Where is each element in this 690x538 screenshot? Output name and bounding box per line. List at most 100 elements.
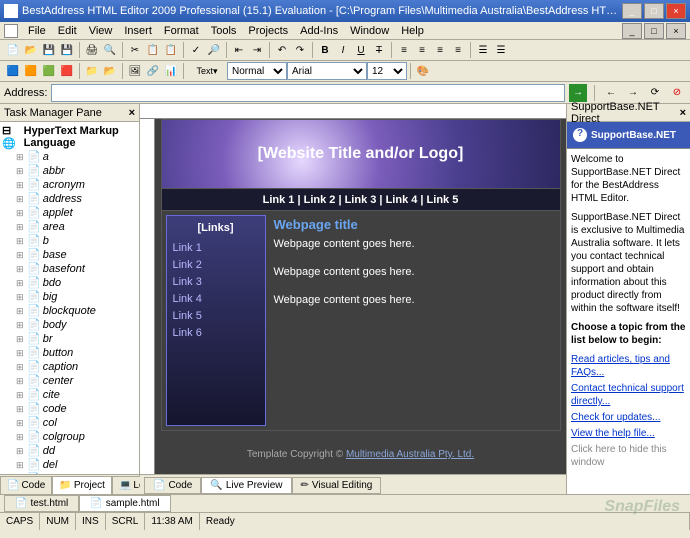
site-nav[interactable]: Link 1 | Link 2 | Link 3 | Link 4 | Link… (161, 189, 561, 211)
tree-node-basefont[interactable]: 📄 basefont (2, 262, 137, 276)
tb2-1[interactable]: 🟦 (4, 62, 22, 80)
preview-viewport[interactable]: [Website Title and/or Logo] Link 1 | Lin… (155, 119, 566, 474)
left-pane-close-icon[interactable]: × (129, 107, 135, 119)
tb2-2[interactable]: 🟧 (22, 62, 40, 80)
tree-node-base[interactable]: 📄 base (2, 248, 137, 262)
tag-tree[interactable]: ⊟ 🌐 HyperText Markup Language 📄 a📄 abbr📄… (0, 122, 139, 474)
tb2-7[interactable]: 🖼 (126, 62, 144, 80)
open-button[interactable]: 📂 (22, 41, 40, 59)
align-right-button[interactable]: ≡ (431, 41, 449, 59)
indent-right-button[interactable]: ⇥ (248, 41, 266, 59)
align-justify-button[interactable]: ≡ (449, 41, 467, 59)
right-pane-close-icon[interactable]: × (680, 107, 686, 119)
side-link[interactable]: Link 4 (173, 291, 259, 308)
align-left-button[interactable]: ≡ (395, 41, 413, 59)
indent-left-button[interactable]: ⇤ (230, 41, 248, 59)
menu-view[interactable]: View (83, 25, 119, 37)
copy-button[interactable]: 📋 (144, 41, 162, 59)
text-dropdown[interactable]: Text▾ (187, 62, 227, 80)
side-link[interactable]: Link 6 (173, 325, 259, 342)
side-link[interactable]: Link 5 (173, 308, 259, 325)
print-button[interactable]: 🖨 (83, 41, 101, 59)
cut-button[interactable]: ✂ (126, 41, 144, 59)
size-combo[interactable]: 12 (367, 62, 407, 80)
close-button[interactable]: × (666, 3, 686, 19)
mdi-minimize-button[interactable]: _ (622, 23, 642, 39)
mdi-maximize-button[interactable]: □ (644, 23, 664, 39)
italic-button[interactable]: I (334, 41, 352, 59)
list-ul-button[interactable]: ☰ (474, 41, 492, 59)
refresh-button[interactable]: ⟳ (646, 84, 664, 102)
tb2-9[interactable]: 📊 (162, 62, 180, 80)
left-tab-project[interactable]: 📁Project (52, 476, 112, 494)
rp-link-help[interactable]: View the help file... (571, 427, 686, 440)
rp-link-updates[interactable]: Check for updates... (571, 411, 686, 424)
tree-node-caption[interactable]: 📄 caption (2, 360, 137, 374)
menu-file[interactable]: File (22, 25, 52, 37)
tree-node-colgroup[interactable]: 📄 colgroup (2, 430, 137, 444)
tree-node-b[interactable]: 📄 b (2, 234, 137, 248)
tb2-5[interactable]: 📁 (83, 62, 101, 80)
stop-button[interactable]: ⊘ (668, 84, 686, 102)
tree-node-col[interactable]: 📄 col (2, 416, 137, 430)
file-tab[interactable]: 📄test.html (4, 495, 79, 512)
rp-link-support[interactable]: Contact technical support directly... (571, 382, 686, 408)
undo-button[interactable]: ↶ (273, 41, 291, 59)
font-combo[interactable]: Arial (287, 62, 367, 80)
save-button[interactable]: 💾 (40, 41, 58, 59)
find-button[interactable]: 🔎 (205, 41, 223, 59)
tree-node-a[interactable]: 📄 a (2, 150, 137, 164)
left-tab-code[interactable]: 📄Code (0, 476, 52, 494)
rp-hide-link[interactable]: Click here to hide this window (571, 444, 667, 468)
center-tab-code[interactable]: 📄Code (144, 477, 201, 494)
tree-node-code[interactable]: 📄 code (2, 402, 137, 416)
tree-node-body[interactable]: 📄 body (2, 318, 137, 332)
tree-node-cite[interactable]: 📄 cite (2, 388, 137, 402)
tb2-3[interactable]: 🟩 (40, 62, 58, 80)
center-tab-preview[interactable]: 🔍Live Preview (201, 477, 291, 494)
spell-button[interactable]: ✓ (187, 41, 205, 59)
tb2-4[interactable]: 🟥 (58, 62, 76, 80)
menu-tools[interactable]: Tools (205, 25, 243, 37)
mdi-close-button[interactable]: × (666, 23, 686, 39)
tree-node-blockquote[interactable]: 📄 blockquote (2, 304, 137, 318)
new-button[interactable]: 📄 (4, 41, 22, 59)
menu-insert[interactable]: Insert (118, 25, 158, 37)
menu-window[interactable]: Window (344, 25, 395, 37)
tree-node-br[interactable]: 📄 br (2, 332, 137, 346)
tree-node-del[interactable]: 📄 del (2, 458, 137, 472)
tree-node-big[interactable]: 📄 big (2, 290, 137, 304)
menu-help[interactable]: Help (395, 25, 430, 37)
menu-addins[interactable]: Add-Ins (294, 25, 344, 37)
style-combo[interactable]: Normal (227, 62, 287, 80)
file-tab[interactable]: 📄sample.html (79, 495, 170, 512)
redo-button[interactable]: ↷ (291, 41, 309, 59)
minimize-button[interactable]: _ (622, 3, 642, 19)
footer-link[interactable]: Multimedia Australia Pty. Ltd. (346, 449, 474, 460)
maximize-button[interactable]: □ (644, 3, 664, 19)
paste-button[interactable]: 📋 (162, 41, 180, 59)
tree-node-acronym[interactable]: 📄 acronym (2, 178, 137, 192)
forward-button[interactable]: → (624, 84, 642, 102)
side-link[interactable]: Link 1 (173, 240, 259, 257)
back-button[interactable]: ← (602, 84, 620, 102)
tree-node-bdo[interactable]: 📄 bdo (2, 276, 137, 290)
tree-node-center[interactable]: 📄 center (2, 374, 137, 388)
list-ol-button[interactable]: ☰ (492, 41, 510, 59)
rp-link-articles[interactable]: Read articles, tips and FAQs... (571, 353, 686, 379)
tree-node-abbr[interactable]: 📄 abbr (2, 164, 137, 178)
center-tab-visual[interactable]: ✏Visual Editing (292, 477, 382, 494)
tree-node-address[interactable]: 📄 address (2, 192, 137, 206)
underline-button[interactable]: U (352, 41, 370, 59)
tb2-8[interactable]: 🔗 (144, 62, 162, 80)
color-button[interactable]: 🎨 (414, 62, 432, 80)
preview-button[interactable]: 🔍 (101, 41, 119, 59)
tree-node-dd[interactable]: 📄 dd (2, 444, 137, 458)
side-link[interactable]: Link 2 (173, 257, 259, 274)
go-button[interactable]: → (569, 84, 587, 102)
menu-projects[interactable]: Projects (242, 25, 294, 37)
menu-format[interactable]: Format (158, 25, 205, 37)
tree-node-area[interactable]: 📄 area (2, 220, 137, 234)
strike-button[interactable]: T (370, 41, 388, 59)
tree-node-button[interactable]: 📄 button (2, 346, 137, 360)
